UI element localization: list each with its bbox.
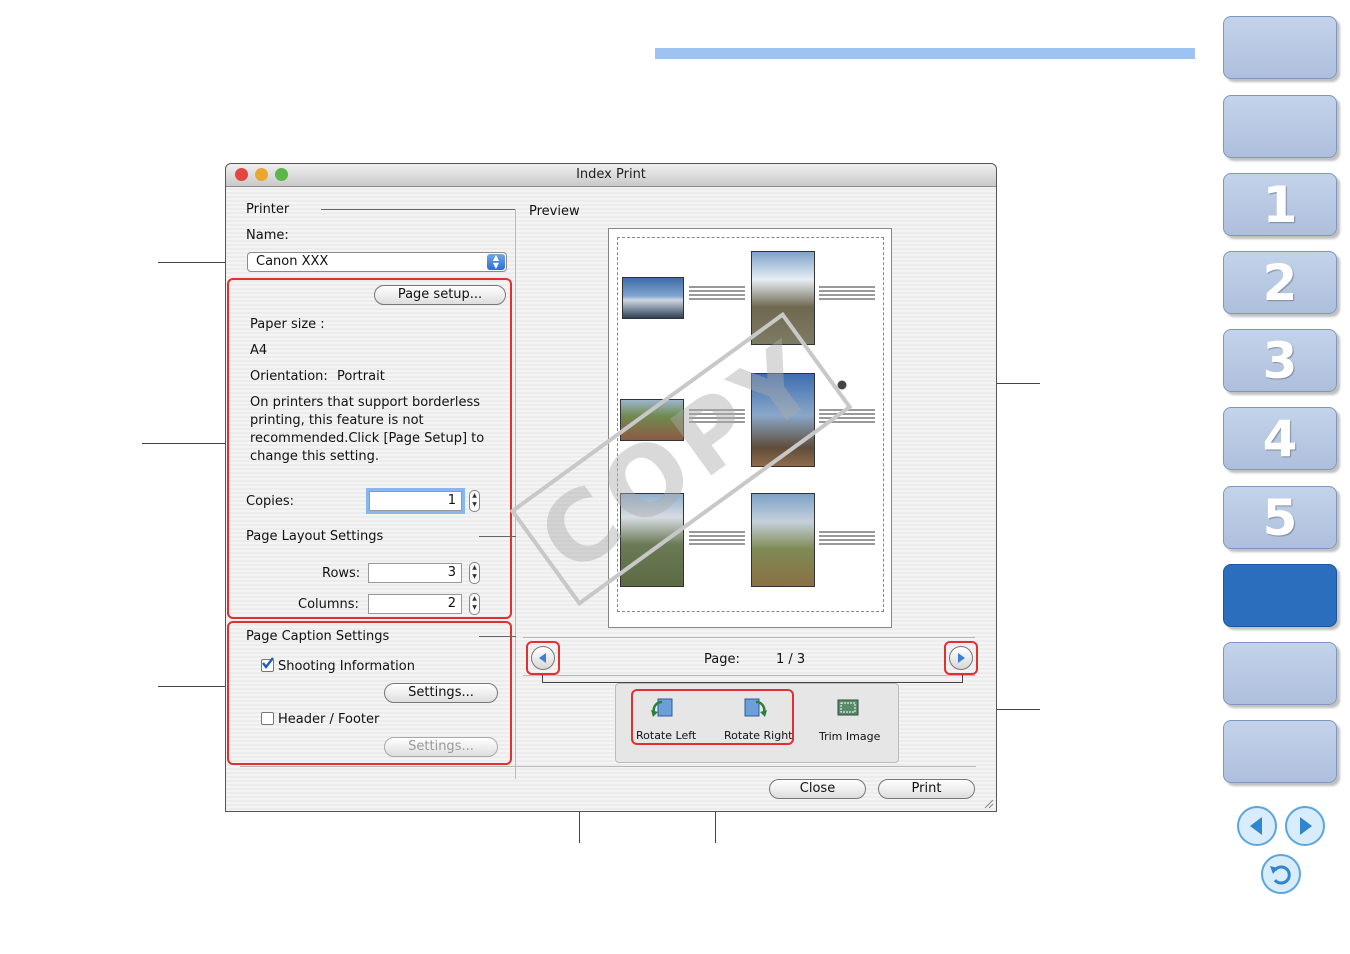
separator: [523, 675, 975, 676]
side-tab-current[interactable]: [1223, 564, 1337, 627]
side-tab-9[interactable]: [1223, 642, 1337, 705]
columns-input[interactable]: 2: [368, 594, 462, 614]
copies-label: Copies:: [246, 494, 295, 509]
rotate-right-label[interactable]: Rotate Right: [724, 729, 792, 742]
side-tab-10[interactable]: [1223, 720, 1337, 783]
printer-name-value: Canon XXX: [256, 254, 329, 269]
borderless-note: On printers that support borderless prin…: [250, 395, 485, 464]
shooting-info-label: Shooting Information: [278, 659, 415, 674]
title-bar: Index Print: [226, 164, 996, 187]
close-button[interactable]: Close: [769, 779, 866, 799]
shooting-info-text: [689, 529, 745, 547]
rotate-left-icon[interactable]: [650, 696, 676, 720]
next-preview-page-button[interactable]: [949, 646, 973, 670]
page-layout-label: Page Layout Settings: [246, 529, 384, 544]
side-tab-chapter-4[interactable]: 4: [1223, 407, 1337, 470]
side-tab-chapter-5[interactable]: 5: [1223, 486, 1337, 549]
header-footer-settings-button: Settings...: [384, 737, 498, 757]
print-button[interactable]: Print: [878, 779, 975, 799]
copies-input[interactable]: 1: [369, 491, 462, 511]
orientation-label: Orientation:: [250, 369, 328, 384]
printer-name-label: Name:: [246, 228, 289, 243]
callout-line: [158, 686, 228, 687]
side-tab-label: 5: [1262, 488, 1298, 547]
rows-stepper[interactable]: ▲ ▼: [469, 562, 480, 584]
callout-line: [142, 443, 227, 444]
window-title: Index Print: [576, 167, 646, 182]
rotate-left-label[interactable]: Rotate Left: [636, 729, 696, 742]
shooting-info-settings-button[interactable]: Settings...: [384, 683, 498, 703]
paper-size-value: A4: [250, 343, 268, 358]
shooting-info-checkbox[interactable]: [261, 657, 274, 672]
section-header-bar: [655, 48, 1195, 59]
copies-stepper[interactable]: ▲ ▼: [469, 490, 480, 512]
page-label: Page:: [704, 652, 740, 667]
panel-divider: [515, 209, 516, 779]
checkmark-icon: [262, 657, 274, 669]
callout-line: [479, 536, 516, 537]
image-tools-panel: Rotate Left Rotate Right Trim Image: [615, 683, 899, 763]
page-setup-button[interactable]: Page setup...: [374, 285, 506, 305]
rotate-right-icon[interactable]: [742, 696, 768, 720]
columns-label: Columns:: [298, 597, 359, 612]
side-tab-chapter-3[interactable]: 3: [1223, 329, 1337, 392]
side-tab-label: 1: [1262, 175, 1298, 234]
previous-page-icon[interactable]: [1237, 806, 1277, 846]
trim-image-icon[interactable]: [835, 696, 861, 720]
next-page-icon[interactable]: [1285, 806, 1325, 846]
side-tab-label: 4: [1262, 409, 1298, 468]
side-tab-label: 2: [1262, 253, 1298, 312]
rows-label: Rows:: [322, 566, 361, 581]
page-indicator: 1 / 3: [776, 652, 806, 667]
printer-name-select[interactable]: Canon XXX ▲ ▼: [247, 252, 507, 272]
separator: [240, 766, 976, 767]
right-arrow-icon: [958, 653, 965, 663]
paper-size-label: Paper size :: [250, 317, 325, 332]
preview-label: Preview: [529, 204, 580, 219]
page-caption-label: Page Caption Settings: [246, 629, 390, 644]
callout-line: [962, 675, 963, 682]
orientation-value: Portrait: [337, 369, 385, 384]
header-footer-checkbox[interactable]: [261, 712, 274, 725]
shooting-info-text: [819, 284, 875, 302]
side-tab-label: 3: [1262, 331, 1298, 390]
shooting-info-text: [819, 529, 875, 547]
side-tab-chapter-2[interactable]: 2: [1223, 251, 1337, 314]
side-tab-chapter-1[interactable]: 1: [1223, 173, 1337, 236]
popup-arrows-icon: ▲ ▼: [487, 254, 505, 270]
callout-line: [542, 675, 543, 682]
photo-thumbnail: [622, 277, 684, 319]
callout-line: [479, 636, 516, 637]
side-tab-1[interactable]: [1223, 16, 1337, 79]
printer-section-label: Printer: [246, 202, 290, 217]
trim-image-label[interactable]: Trim Image: [819, 730, 880, 743]
previous-preview-page-button[interactable]: [531, 646, 555, 670]
left-arrow-icon: [539, 653, 546, 663]
header-footer-label: Header / Footer: [278, 712, 380, 727]
resize-grip-icon[interactable]: [982, 797, 994, 809]
photo-thumbnail: [751, 493, 815, 587]
shooting-info-text: [689, 284, 745, 302]
rows-input[interactable]: 3: [368, 563, 462, 583]
callout-line: [321, 209, 516, 210]
columns-stepper[interactable]: ▲ ▼: [469, 593, 480, 615]
return-icon[interactable]: [1261, 854, 1301, 894]
separator: [523, 637, 975, 638]
side-tab-2[interactable]: [1223, 95, 1337, 158]
